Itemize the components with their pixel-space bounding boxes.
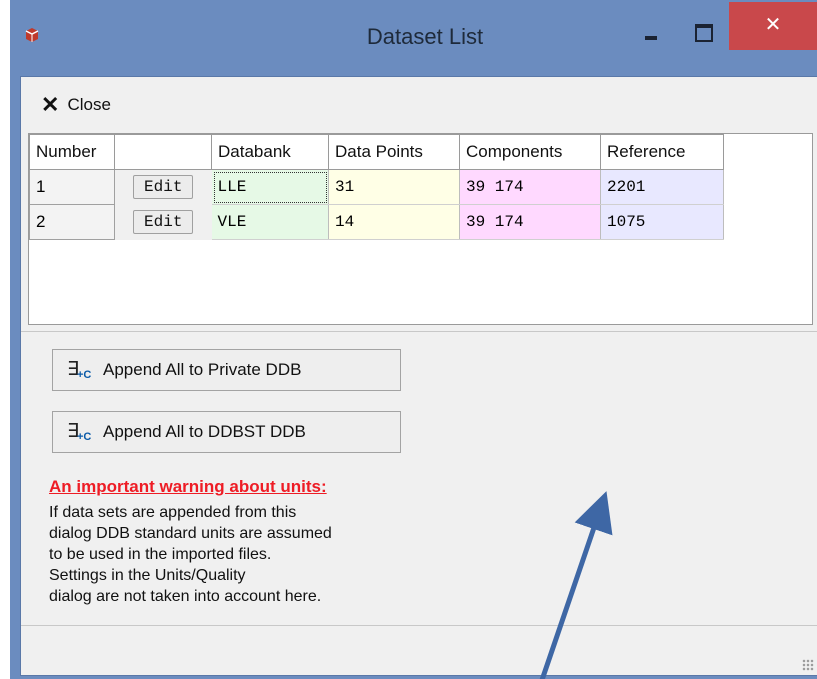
arrow-line: [539, 491, 613, 679]
annotation-arrow: [539, 491, 613, 679]
